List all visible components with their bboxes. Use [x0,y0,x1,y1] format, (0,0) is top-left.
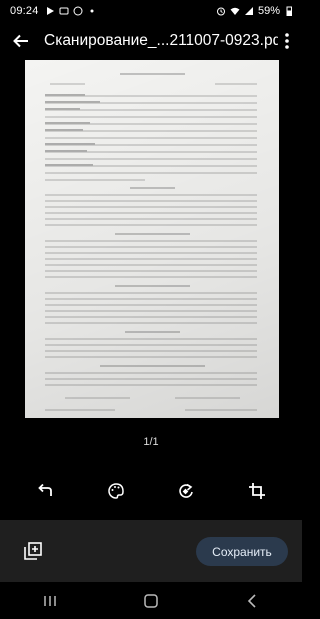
recent-apps-icon [44,595,57,606]
system-nav-bar [0,582,302,619]
rotate-icon [179,483,194,498]
system-icons: 59% [216,5,294,17]
status-time: 09:24 [10,5,39,17]
battery-percent: 59% [257,5,280,17]
recent-apps-button[interactable] [30,586,70,616]
bottom-action-panel: Сохранить [0,520,302,582]
chevron-left-icon [247,593,256,608]
crop-button[interactable] [244,478,270,504]
save-button[interactable]: Сохранить [196,537,288,566]
crop-icon [248,483,265,499]
page-indicator: 1/1 [143,436,159,448]
notification-icons [45,6,97,16]
scanned-page [45,73,257,411]
add-page-icon [24,542,42,560]
app-header: Сканирование_...211007-0923.pdf [0,24,302,58]
dot-icon [90,9,94,13]
alarm-icon [216,7,225,16]
undo-button[interactable] [32,478,58,504]
home-icon [144,593,158,608]
undo-icon [38,483,53,496]
palette-icon [108,483,124,499]
overflow-menu-button[interactable] [278,30,296,52]
edit-toolbar [0,476,302,506]
status-bar: 09:24 59% [0,0,302,22]
play-icon [46,7,54,15]
document-title: Сканирование_...211007-0923.pdf [44,32,278,49]
battery-icon [286,6,292,16]
add-page-button[interactable] [22,540,44,562]
back-button[interactable] [10,30,32,52]
signal-icon [244,7,253,15]
document-preview[interactable] [25,60,279,418]
color-filter-button[interactable] [103,478,129,504]
wifi-icon [230,7,240,15]
system-back-button[interactable] [232,586,272,616]
message-icon [59,7,69,15]
rotate-button[interactable] [173,478,199,504]
more-vert-icon [285,33,289,49]
arrow-back-icon [13,34,28,48]
home-button[interactable] [131,586,171,616]
whatsapp-icon [73,6,83,16]
